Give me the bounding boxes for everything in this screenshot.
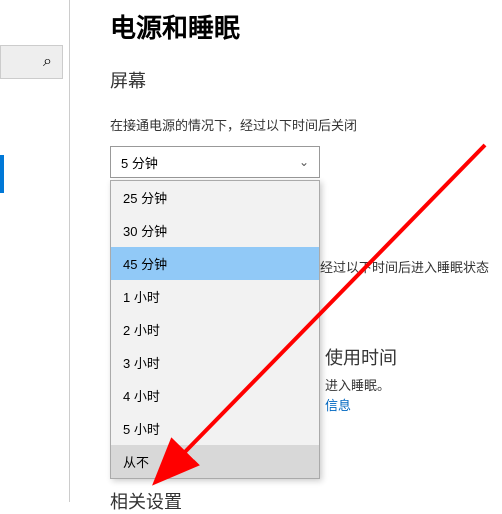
dropdown-item[interactable]: 从不 xyxy=(111,445,319,478)
dropdown-selected-value: 5 分钟 xyxy=(121,153,158,172)
dropdown-item[interactable]: 4 小时 xyxy=(111,379,319,412)
related-settings-title: 相关设置 xyxy=(110,488,182,514)
usage-time-title: 使用时间 xyxy=(325,344,397,370)
sidebar-selection-indicator xyxy=(0,155,4,193)
dropdown-item[interactable]: 5 小时 xyxy=(111,412,319,445)
sleep-label-partial: 经过以下时间后进入睡眠状态 xyxy=(320,257,489,276)
search-icon: ⌕ xyxy=(43,53,52,71)
screen-off-label: 在接通电源的情况下，经过以下时间后关闭 xyxy=(110,115,502,134)
info-link[interactable]: 信息 xyxy=(325,395,351,414)
search-input[interactable]: ⌕ xyxy=(0,45,63,79)
main-content: 电源和睡眠 屏幕 在接通电源的情况下，经过以下时间后关闭 5 分钟 ⌄ xyxy=(110,0,502,178)
dropdown-item[interactable]: 30 分钟 xyxy=(111,214,319,247)
usage-time-text: 进入睡眠。 xyxy=(325,375,390,394)
screen-timeout-dropdown[interactable]: 5 分钟 ⌄ xyxy=(110,146,320,178)
dropdown-item[interactable]: 3 小时 xyxy=(111,346,319,379)
dropdown-item[interactable]: 2 小时 xyxy=(111,313,319,346)
dropdown-list: 25 分钟30 分钟45 分钟1 小时2 小时3 小时4 小时5 小时从不 xyxy=(110,180,320,479)
screen-section-title: 屏幕 xyxy=(110,67,502,93)
dropdown-item[interactable]: 45 分钟 xyxy=(111,247,319,280)
dropdown-item[interactable]: 25 分钟 xyxy=(111,181,319,214)
chevron-down-icon: ⌄ xyxy=(299,155,309,169)
sidebar: ⌕ xyxy=(0,0,70,502)
page-title: 电源和睡眠 xyxy=(110,8,502,45)
dropdown-item[interactable]: 1 小时 xyxy=(111,280,319,313)
